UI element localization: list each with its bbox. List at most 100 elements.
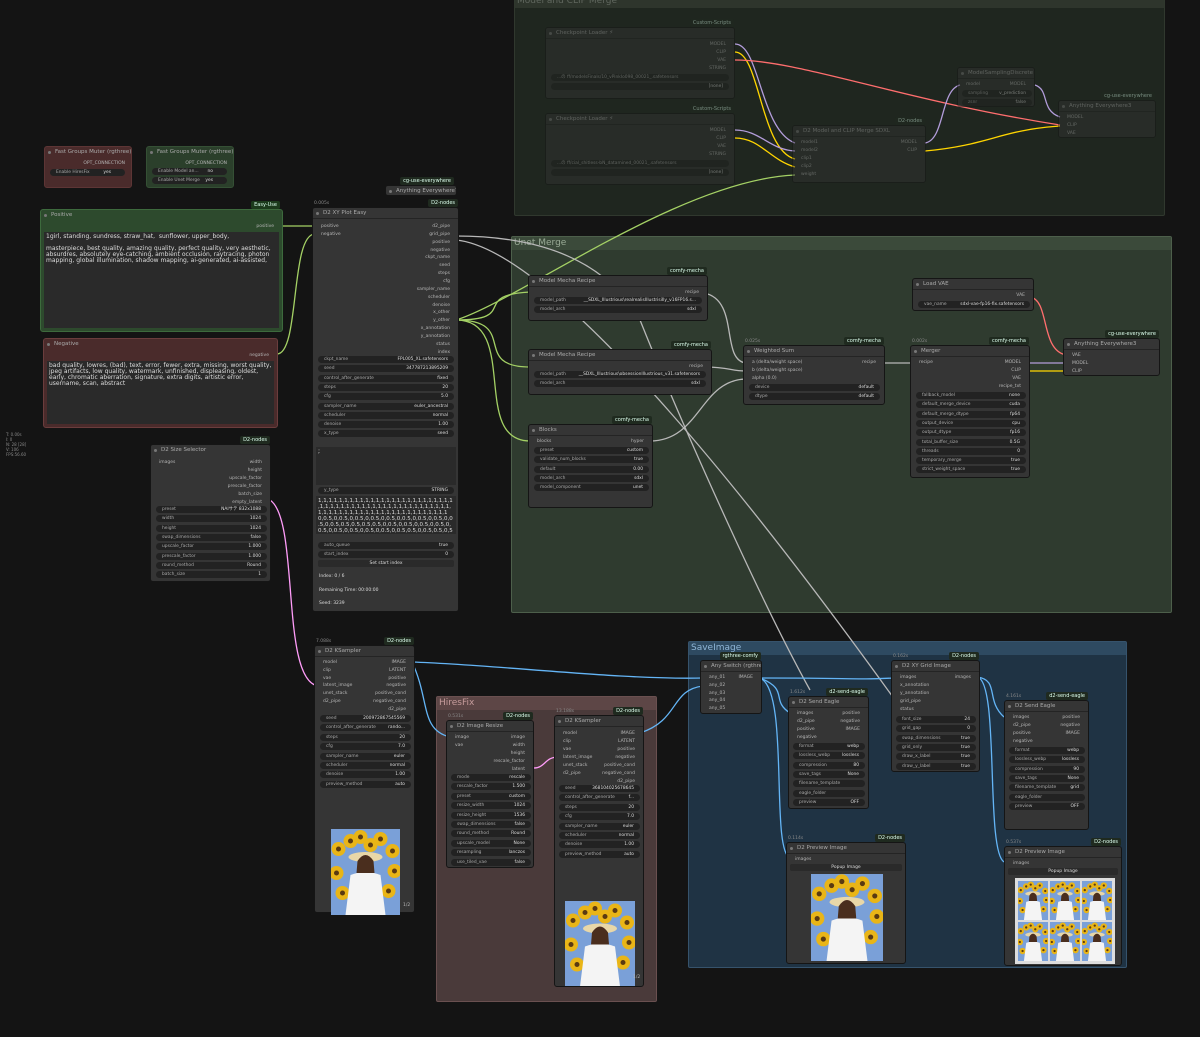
output-recipe[interactable]: recipe	[689, 364, 703, 369]
output-negative[interactable]: negative	[615, 755, 635, 760]
input-images[interactable]: images	[1013, 715, 1029, 720]
input-images[interactable]: images	[1013, 861, 1029, 866]
output-image[interactable]: IMAGE	[620, 731, 635, 736]
widget-scheduler[interactable]: scheduler normal	[318, 411, 454, 419]
widget-ckpt-name[interactable]: ...の ff/cial_shitless-bN_datamined_00021…	[551, 160, 729, 167]
output-height[interactable]: height	[511, 751, 525, 756]
output-scheduler[interactable]: scheduler	[428, 295, 450, 300]
anything-everywhere-node[interactable]: cg-use-everywhere Anything Everywhere3 V…	[1063, 330, 1160, 376]
input-model[interactable]: model	[323, 660, 337, 665]
output-vae[interactable]: VAE	[1012, 376, 1021, 381]
input-vae[interactable]: vae	[323, 676, 331, 681]
negative-prompt-node[interactable]: Negative negative bad quality, lowres, (…	[43, 338, 278, 428]
widget-extra[interactable]: [none]	[551, 83, 729, 90]
widget-sampler-name[interactable]: sampler_name euler	[559, 822, 640, 830]
widget-temporary-merge[interactable]: temporary_merge true	[916, 457, 1026, 465]
widget-extra[interactable]: [none]	[551, 169, 729, 176]
widget-vae-name[interactable]: vae_name sdxl-vae-fp16-fix.safetensors	[918, 301, 1030, 308]
widget-lossless-webp[interactable]: lossless_webp lossless	[793, 752, 865, 760]
output-height[interactable]: height	[248, 468, 262, 473]
output-model[interactable]: MODEL	[1010, 82, 1026, 87]
input-model[interactable]: MODEL	[1067, 115, 1083, 120]
ksampler-node[interactable]: 7.088s D2-nodes D2 KSampler model clip vae…	[314, 637, 415, 915]
output-clip[interactable]: CLIP	[716, 136, 726, 141]
output-x-annotation[interactable]: x_annotation	[421, 326, 450, 331]
input-negative[interactable]: negative	[321, 232, 341, 237]
widget-mode[interactable]: mode rescale	[451, 774, 531, 781]
output-image[interactable]: image	[511, 735, 525, 740]
widget-control-after-generate[interactable]: control_after_generate fixed	[318, 374, 454, 382]
input-d2-pipe[interactable]: d2_pipe	[797, 719, 815, 724]
output-preview-image[interactable]	[331, 829, 400, 915]
input-a[interactable]: a (delta/weight space)	[752, 360, 802, 365]
widget-swap-dimensions[interactable]: swap_dimensions false	[451, 821, 531, 828]
output-latent[interactable]: LATENT	[389, 668, 406, 673]
widget-grid-gap[interactable]: grid_gap 0	[896, 725, 976, 733]
widget-font-size[interactable]: font_size 24	[896, 716, 976, 723]
output-string[interactable]: STRING	[709, 152, 726, 157]
toggle-enable-hiresfix[interactable]: Enable HiresFix yes	[50, 169, 125, 176]
widget-lossless-webp[interactable]: lossless_webp lossless	[1009, 756, 1085, 764]
widget-width[interactable]: width 1024	[156, 515, 267, 523]
input-model2[interactable]: model2	[801, 148, 818, 153]
widget-upscale-factor[interactable]: upscale_factor 1.000	[156, 543, 267, 551]
xy-plot-easy-node[interactable]: 0.005s D2-nodes D2 XY Plot Easy positive…	[312, 199, 459, 612]
widget-strict-weight-space[interactable]: strict_weight_space true	[916, 466, 1026, 474]
widget-compression[interactable]: compression 80	[793, 761, 865, 769]
xy-grid-image-node[interactable]: 0.162s D2-nodes D2 XY Grid Image images x…	[891, 652, 980, 772]
widget-grid-only[interactable]: grid_only true	[896, 743, 976, 751]
output-grid-pipe[interactable]: grid_pipe	[429, 232, 450, 237]
input-unet-stack[interactable]: unet_stack	[563, 763, 587, 768]
input-clip[interactable]: CLIP	[1072, 369, 1082, 374]
blocks-node[interactable]: comfy-mecha Blocks blocks hyper preset cu…	[528, 416, 653, 508]
input-status[interactable]: status	[900, 707, 914, 712]
input-b[interactable]: b (delta/weight space)	[752, 368, 803, 373]
widget-batch-size[interactable]: batch_size 1	[156, 571, 267, 579]
output-negative-cond[interactable]: negative_cond	[602, 771, 635, 776]
widget-swap-dimensions[interactable]: swap_dimensions false	[156, 533, 267, 541]
output-string[interactable]: STRING	[709, 66, 726, 71]
widget-preview[interactable]: preview OFF	[793, 798, 865, 806]
negative-prompt-text[interactable]: bad quality, lowres, (bad), text, error,…	[47, 361, 274, 424]
size-selector-node[interactable]: D2-nodes D2 Size Selector images width he…	[150, 436, 271, 582]
output-model[interactable]: MODEL	[901, 140, 917, 145]
output-latent[interactable]: latent	[512, 767, 525, 772]
output-cfg[interactable]: cfg	[443, 279, 450, 284]
widget-denoise[interactable]: denoise 1.00	[559, 841, 640, 849]
widget-save-tags[interactable]: save_tags None	[793, 770, 865, 778]
input-image[interactable]: image	[455, 735, 469, 740]
output-seed[interactable]: seed	[439, 263, 450, 268]
input-positive[interactable]: positive	[1013, 731, 1031, 736]
output-model[interactable]: MODEL	[1005, 360, 1021, 365]
widget-model-path[interactable]: model_path __SDXL_Illustrious\realrealisI…	[534, 297, 702, 304]
fast-groups-muter-node[interactable]: Fast Groups Muter (rgthree) OPT_CONNECTI…	[44, 146, 132, 188]
output-batch-size[interactable]: batch_size	[238, 492, 262, 497]
output-opt-connection[interactable]: OPT_CONNECTION	[83, 161, 125, 166]
output-images[interactable]: images	[955, 675, 971, 680]
image-pager[interactable]: 1/2	[633, 975, 640, 980]
input-weight[interactable]: weight	[801, 172, 816, 177]
output-image[interactable]: IMAGE	[738, 675, 753, 680]
anything-everywhere-node[interactable]: cg-use-everywhere Anything Everywhere3 M…	[1058, 92, 1156, 138]
widget-default-merge-dtype[interactable]: default_merge_dtype fp64	[916, 410, 1026, 418]
input-clip[interactable]: CLIP	[1067, 123, 1077, 128]
widget-round-method[interactable]: round_method Round	[451, 830, 531, 838]
input-latent-image[interactable]: latent_image	[563, 755, 592, 760]
widget-filename-template[interactable]: filename_template grid	[1009, 784, 1085, 792]
widget-model-arch[interactable]: model_arch sdxl	[534, 380, 706, 387]
widget-preview-method[interactable]: preview_method auto	[320, 780, 411, 788]
widget-cfg[interactable]: cfg 7.0	[320, 743, 411, 751]
input-x-annotation[interactable]: x_annotation	[900, 683, 929, 688]
output-negative[interactable]: negative	[840, 719, 860, 724]
widget-resize-width[interactable]: resize_width 1024	[451, 802, 531, 810]
checkpoint-loader-node[interactable]: Custom-Scripts Checkpoint Loader ⚡ MODEL…	[545, 105, 735, 185]
output-sampler-name[interactable]: sampler_name	[417, 287, 450, 292]
preview-image[interactable]	[811, 874, 883, 961]
output-image[interactable]: IMAGE	[391, 660, 406, 665]
output-clip[interactable]: CLIP	[1011, 368, 1021, 373]
widget-preset[interactable]: preset NAIサテ 832x1088	[156, 506, 267, 513]
widget-dtype[interactable]: dtype default	[749, 393, 880, 400]
input-clip[interactable]: clip	[323, 668, 331, 673]
output-negative[interactable]: negative	[1060, 723, 1080, 728]
input-positive[interactable]: positive	[797, 727, 815, 732]
